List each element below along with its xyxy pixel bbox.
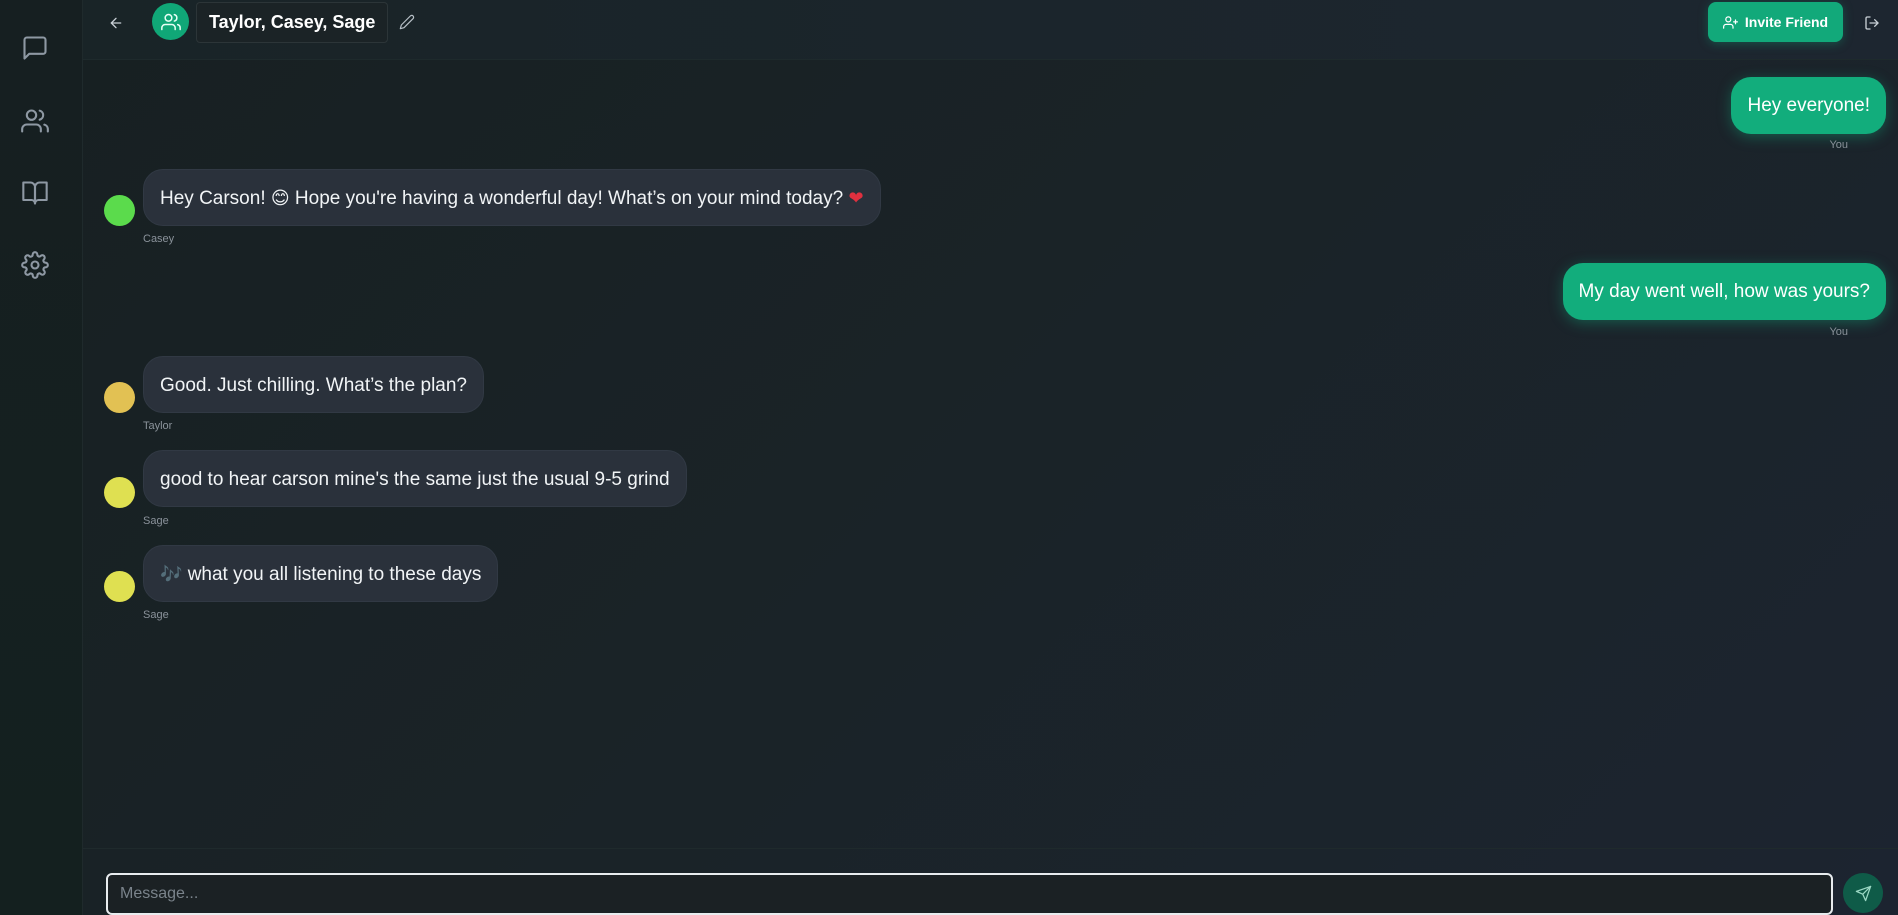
chat-main: Taylor, Casey, Sage Invite Friend Hey ev…	[83, 0, 1898, 915]
heart-emoji: ❤	[848, 188, 864, 209]
message-sender: Casey	[143, 233, 175, 245]
sidebar	[0, 0, 83, 915]
avatar	[104, 195, 135, 226]
sidebar-item-friends[interactable]	[18, 104, 52, 138]
avatar	[104, 382, 135, 413]
sidebar-item-settings[interactable]	[18, 248, 52, 282]
music-emoji: 🎶	[160, 564, 183, 585]
message-bubble: Hey Carson! 😊 Hope you're having a wonde…	[143, 169, 881, 226]
message-bubble: 🎶 what you all listening to these days	[143, 545, 499, 602]
group-avatar	[152, 3, 189, 40]
message-bubble: Hey everyone!	[1731, 77, 1886, 134]
users-icon	[21, 109, 49, 133]
message-text: Hey Carson!	[160, 188, 271, 209]
chat-header: Taylor, Casey, Sage Invite Friend	[83, 0, 1898, 60]
send-button[interactable]	[1843, 873, 1883, 913]
send-icon	[1855, 885, 1871, 901]
back-button[interactable]	[105, 12, 127, 34]
users-icon	[160, 13, 181, 30]
edit-title-button[interactable]	[396, 11, 418, 33]
message-bubble: good to hear carson mine's the same just…	[143, 450, 687, 507]
logout-button[interactable]	[1861, 12, 1883, 34]
avatar	[104, 477, 135, 508]
invite-friend-label: Invite Friend	[1744, 14, 1829, 30]
book-open-icon	[22, 181, 48, 205]
chat-app: Taylor, Casey, Sage Invite Friend Hey ev…	[0, 0, 1898, 915]
log-out-icon	[1865, 16, 1879, 30]
gear-icon	[21, 251, 49, 279]
smile-emoji: 😊	[270, 188, 290, 209]
avatar	[104, 571, 135, 602]
sidebar-item-library[interactable]	[18, 176, 52, 210]
sidebar-item-chat[interactable]	[18, 31, 52, 65]
message-input[interactable]	[106, 873, 1833, 915]
message-sender: Taylor	[143, 420, 173, 432]
pencil-icon	[399, 14, 415, 30]
arrow-left-icon	[110, 17, 122, 29]
message-text: what you all listening to these days	[187, 564, 482, 585]
composer-divider	[83, 848, 1898, 849]
message-text: Hope you're having a wonderful day! What…	[289, 188, 849, 209]
message-sender: Sage	[143, 515, 169, 527]
invite-friend-button[interactable]: Invite Friend	[1708, 2, 1843, 42]
chat-title: Taylor, Casey, Sage	[196, 2, 389, 43]
message-sender: You	[1829, 139, 1848, 151]
message-sender: You	[1829, 326, 1848, 338]
message-square-icon	[23, 36, 47, 60]
message-bubble: Good. Just chilling. What’s the plan?	[143, 356, 484, 413]
user-plus-icon	[1722, 15, 1738, 29]
message-bubble: My day went well, how was yours?	[1562, 263, 1886, 320]
message-sender: Sage	[143, 609, 169, 621]
